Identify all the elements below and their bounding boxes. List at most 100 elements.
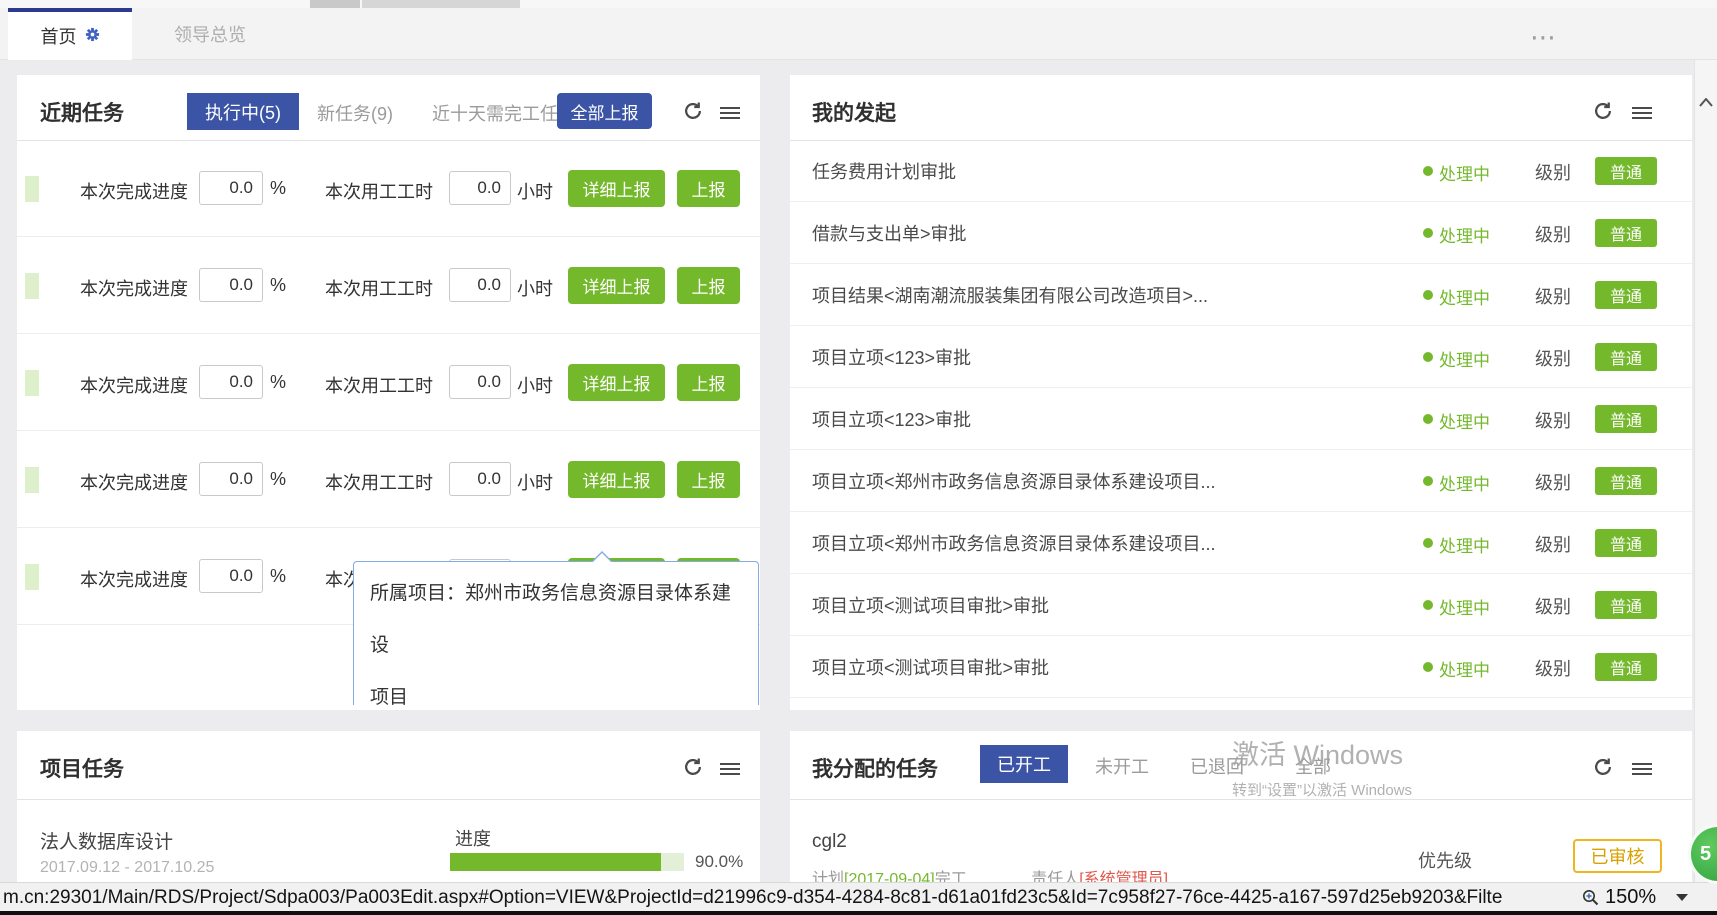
- zoom-caret-icon[interactable]: [1676, 894, 1688, 901]
- filter-tab-all[interactable]: 全部: [1295, 753, 1331, 779]
- panel-menu-icon[interactable]: [1632, 104, 1652, 124]
- scroll-up-icon[interactable]: [1699, 98, 1713, 107]
- tab-leader-overview[interactable]: 领导总览: [148, 8, 272, 60]
- panel-menu-icon[interactable]: [1632, 760, 1652, 780]
- browser-zoom-control[interactable]: 150%: [1578, 885, 1692, 910]
- status-text: 处理中: [1439, 594, 1490, 619]
- report-button[interactable]: 上报: [677, 170, 740, 207]
- my-initiated-title: 我的发起: [812, 97, 896, 127]
- approval-name: 项目立项<123>审批: [812, 406, 971, 432]
- approval-list-item[interactable]: 借款与支出单>审批 处理中 级别 普通: [790, 202, 1692, 264]
- task-status-marker: [25, 564, 39, 590]
- hours-input[interactable]: [449, 268, 511, 302]
- progress-label: 本次完成进度: [80, 275, 188, 301]
- progress-title: 进度: [455, 825, 491, 851]
- progress-input[interactable]: [199, 462, 263, 496]
- app-screen: 首页 领导总览 ⋯ 近期任务 执行中(5) 新任务(9) 近十天需完工任 全部上…: [0, 0, 1717, 915]
- hours-input[interactable]: [449, 171, 511, 205]
- task-status-marker: [25, 370, 39, 396]
- refresh-icon[interactable]: [1593, 101, 1613, 121]
- level-label: 级别: [1535, 407, 1571, 433]
- browser-tab-fragment: [310, 0, 360, 8]
- filter-tab-returned[interactable]: 已退回: [1190, 753, 1244, 779]
- assigned-tasks-panel: 我分配的任务 已开工 未开工 已退回 全部 cgl2 计划[2017-09-04…: [790, 731, 1692, 901]
- filter-tab-new-tasks[interactable]: 新任务(9): [317, 100, 393, 126]
- task-report-row: 本次完成进度 % 本次用工工时 小时 详细上报 上报: [17, 334, 760, 431]
- status-text: 处理中: [1439, 160, 1490, 185]
- level-badge: 普通: [1595, 219, 1657, 247]
- panel-menu-icon[interactable]: [720, 104, 740, 124]
- approval-name: 项目立项<测试项目审批>审批: [812, 654, 1049, 680]
- hours-label: 本次用工工时: [325, 178, 433, 204]
- filter-tab-due-soon[interactable]: 近十天需完工任: [432, 100, 558, 126]
- approval-name: 项目结果<湖南潮流服装集团有限公司改造项目>...: [812, 282, 1208, 308]
- approval-name: 项目立项<郑州市政务信息资源目录体系建设项目...: [812, 530, 1216, 556]
- refresh-icon[interactable]: [1593, 757, 1613, 777]
- panel-menu-icon[interactable]: [720, 760, 740, 780]
- approval-list-item[interactable]: 项目结果<湖南潮流服装集团有限公司改造项目>... 处理中 级别 普通: [790, 264, 1692, 326]
- task-report-row: 本次完成进度 % 本次用工工时 小时 详细上报 上报: [17, 140, 760, 237]
- level-label: 级别: [1535, 531, 1571, 557]
- priority-label: 优先级: [1418, 847, 1472, 873]
- report-button[interactable]: 上报: [677, 461, 740, 498]
- floating-badge-button[interactable]: 5: [1688, 824, 1717, 884]
- status-text: 处理中: [1439, 656, 1490, 681]
- refresh-icon[interactable]: [683, 757, 703, 777]
- detail-report-button[interactable]: 详细上报: [568, 461, 665, 498]
- detail-report-button[interactable]: 详细上报: [568, 364, 665, 401]
- progress-input[interactable]: [199, 365, 263, 399]
- approval-name: 借款与支出单>审批: [812, 220, 967, 246]
- status-dot: [1423, 166, 1433, 176]
- status-text: 处理中: [1439, 470, 1490, 495]
- percent-label: %: [270, 469, 286, 490]
- progress-label: 本次完成进度: [80, 178, 188, 204]
- level-label: 级别: [1535, 655, 1571, 681]
- hours-input[interactable]: [449, 365, 511, 399]
- detail-report-button[interactable]: 详细上报: [568, 267, 665, 304]
- approval-list-item[interactable]: 项目立项<郑州市政务信息资源目录体系建设项目... 处理中 级别 普通: [790, 450, 1692, 512]
- progress-input[interactable]: [199, 268, 263, 302]
- task-tooltip: 所属项目：郑州市政务信息资源目录体系建设 项目 发布人：系统管理员: [352, 551, 762, 705]
- hours-input[interactable]: [449, 462, 511, 496]
- report-button[interactable]: 上报: [677, 364, 740, 401]
- filter-tab-in-progress[interactable]: 执行中(5): [187, 93, 299, 130]
- recent-tasks-title: 近期任务: [40, 97, 124, 127]
- filter-tab-not-started[interactable]: 未开工: [1095, 753, 1149, 779]
- project-task-name[interactable]: 法人数据库设计: [40, 827, 173, 854]
- approval-list-item[interactable]: 项目立项<123>审批 处理中 级别 普通: [790, 388, 1692, 450]
- report-button[interactable]: 上报: [677, 267, 740, 304]
- approval-list-item[interactable]: 任务费用计划审批 处理中 级别 普通: [790, 140, 1692, 202]
- approval-list-item[interactable]: 项目立项<123>审批 处理中 级别 普通: [790, 326, 1692, 388]
- progress-input[interactable]: [199, 171, 263, 205]
- percent-label: %: [270, 178, 286, 199]
- assigned-task-name[interactable]: cgl2: [812, 831, 847, 853]
- status-text: 处理中: [1439, 284, 1490, 309]
- progress-input[interactable]: [199, 559, 263, 593]
- hours-label: 本次用工工时: [325, 469, 433, 495]
- approval-list-item[interactable]: 项目立项<测试项目审批>审批 处理中 级别 普通: [790, 636, 1692, 698]
- status-text: 处理中: [1439, 408, 1490, 433]
- floating-badge-label: 5: [1700, 843, 1711, 866]
- status-text: 处理中: [1439, 532, 1490, 557]
- hours-unit-label: 小时: [517, 178, 553, 204]
- detail-report-button[interactable]: 详细上报: [568, 170, 665, 207]
- approval-name: 项目立项<测试项目审批>审批: [812, 592, 1049, 618]
- approval-list-item[interactable]: 项目立项<测试项目审批>审批 处理中 级别 普通: [790, 574, 1692, 636]
- hours-unit-label: 小时: [517, 469, 553, 495]
- vertical-scrollbar[interactable]: [1694, 60, 1717, 911]
- filter-tab-started[interactable]: 已开工: [980, 745, 1068, 783]
- refresh-icon[interactable]: [683, 101, 703, 121]
- status-text: 处理中: [1439, 222, 1490, 247]
- approval-list-item[interactable]: 项目立项<郑州市政务信息资源目录体系建设项目... 处理中 级别 普通: [790, 512, 1692, 574]
- gear-icon[interactable]: [85, 26, 100, 47]
- task-report-row: 本次完成进度 % 本次用工工时 小时 详细上报 上报: [17, 237, 760, 334]
- more-menu-icon[interactable]: ⋯: [1522, 22, 1566, 52]
- level-label: 级别: [1535, 469, 1571, 495]
- level-label: 级别: [1535, 159, 1571, 185]
- report-all-button[interactable]: 全部上报: [557, 93, 652, 129]
- my-initiated-panel: 我的发起 任务费用计划审批 处理中 级别 普通 借款与支出单>审批 处理中 级别…: [790, 75, 1692, 710]
- assigned-tasks-title: 我分配的任务: [812, 753, 938, 783]
- tab-home[interactable]: 首页: [8, 8, 132, 60]
- status-dot: [1423, 476, 1433, 486]
- progress-label: 本次完成进度: [80, 372, 188, 398]
